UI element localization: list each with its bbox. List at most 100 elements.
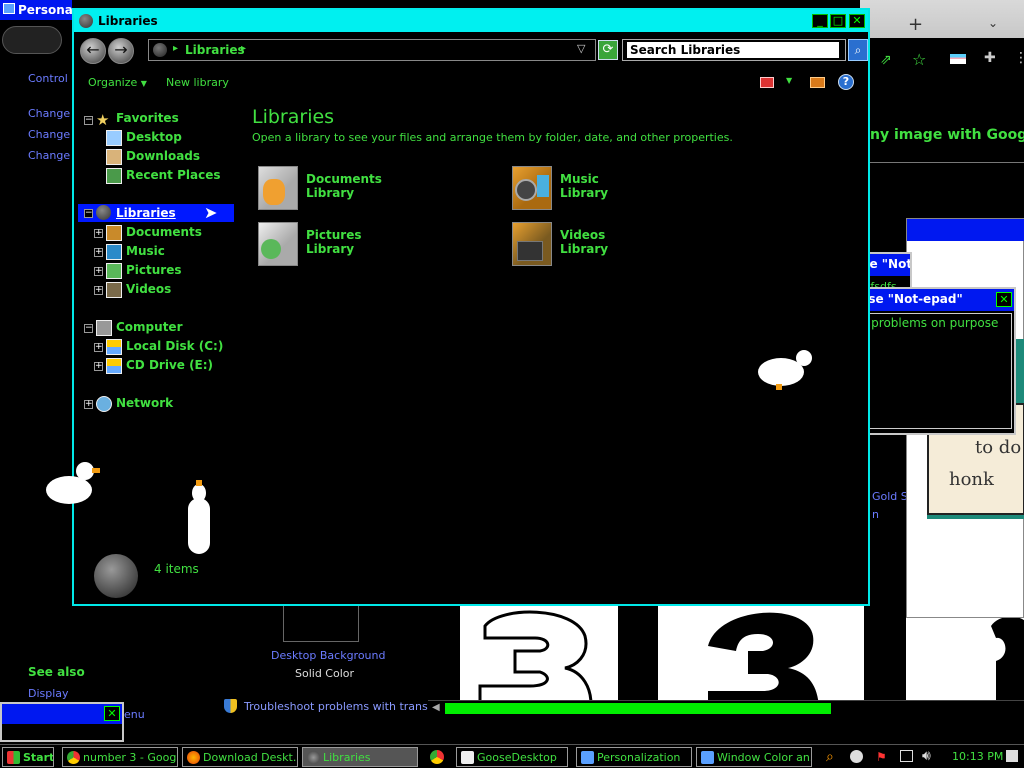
taskbar-item-firefox-download[interactable]: Download Deskt... (182, 747, 298, 767)
desktop-background-link[interactable]: Desktop Background (271, 649, 386, 662)
organize-button[interactable]: Organize ▼ (88, 76, 147, 89)
music-library-line1: Music (560, 172, 599, 186)
puzzle-icon[interactable]: ✚ (984, 50, 996, 66)
nav-computer[interactable]: Computer (116, 320, 182, 334)
address-dropdown-icon[interactable]: ▽ (577, 42, 585, 55)
gold-link[interactable]: Gold S (872, 490, 908, 503)
personalization-titlebar: Personal (0, 0, 72, 20)
nav-local-disk[interactable]: Local Disk (C:) (126, 339, 223, 353)
close-button[interactable]: ✕ (849, 14, 865, 28)
downloads-icon (106, 149, 122, 165)
breadcrumb-arrow-icon[interactable]: ▸ (173, 43, 178, 54)
taskbar-item-goosedesktop[interactable]: GooseDesktop (456, 747, 568, 767)
libraries-titlebar[interactable]: Libraries _ □ ✕ (74, 10, 868, 32)
small-blue-window[interactable]: ✕ (0, 702, 124, 742)
n-link[interactable]: n (872, 508, 879, 521)
personalization-title: Personal (18, 3, 72, 17)
content-heading: Libraries (252, 106, 335, 128)
extension-flag-icon[interactable] (950, 54, 966, 64)
chrome-menu-icon[interactable]: ⋮ (1014, 50, 1024, 66)
nav-downloads[interactable]: Downloads (126, 149, 200, 163)
start-button[interactable]: Start (2, 747, 54, 767)
expand-icon[interactable]: + (94, 286, 103, 295)
network-icon (96, 396, 112, 412)
new-library-button[interactable]: New library (166, 76, 229, 89)
breadcrumb-arrow-icon[interactable]: ▸ (241, 43, 246, 54)
chrome-icon[interactable] (430, 750, 444, 764)
collapse-icon[interactable]: − (84, 209, 93, 218)
network-tray-icon[interactable] (900, 750, 913, 762)
nav-libraries[interactable]: Libraries (116, 206, 176, 220)
refresh-icon[interactable]: ⟳ (598, 40, 618, 60)
action-center-icon[interactable] (1006, 750, 1018, 762)
nav-documents[interactable]: Documents (126, 225, 202, 239)
address-bar[interactable]: ▸ Libraries ▸ ▽ (148, 39, 596, 61)
menu-link-fragment[interactable]: enu (124, 708, 145, 721)
expand-icon[interactable]: + (94, 267, 103, 276)
nav-videos[interactable]: Videos (126, 282, 171, 296)
taskbar-item-libraries[interactable]: Libraries (302, 747, 418, 767)
share-icon[interactable]: ⇗ (880, 52, 892, 68)
search-image-thumb-3[interactable] (906, 606, 1024, 700)
recent-places-icon (106, 168, 122, 184)
expand-icon[interactable]: + (84, 400, 93, 409)
help-icon[interactable]: ? (838, 74, 854, 90)
search-result-heading[interactable]: ny image with Google (870, 127, 1024, 143)
scroll-left-arrow[interactable]: ◀ (432, 702, 440, 713)
nav-recent-places[interactable]: Recent Places (126, 168, 221, 182)
expand-icon[interactable]: + (94, 343, 103, 352)
search-input[interactable] (627, 42, 839, 58)
taskbar-item-window-color[interactable]: Window Color an... (696, 747, 812, 767)
maximize-button[interactable]: □ (830, 14, 846, 28)
expand-icon[interactable]: + (94, 248, 103, 257)
close-icon[interactable]: ✕ (996, 292, 1012, 307)
forward-button[interactable]: → (108, 38, 134, 64)
star-icon[interactable]: ☆ (912, 50, 926, 69)
nav-music[interactable]: Music (126, 244, 165, 258)
search-icon[interactable]: ⌕ (848, 39, 868, 61)
search-tray-icon[interactable]: ⌕ (826, 749, 834, 765)
minimize-button[interactable]: _ (812, 14, 828, 28)
bg-back-button[interactable] (2, 26, 62, 54)
control-panel-link[interactable]: Control P (28, 72, 78, 85)
back-button[interactable]: ← (80, 38, 106, 64)
library-music[interactable]: Music Library (510, 164, 710, 214)
libraries-icon (307, 751, 320, 764)
taskbar-item-label: number 3 - Googl... (83, 751, 177, 764)
new-tab-icon[interactable]: + (908, 14, 923, 35)
tab-dropdown-icon[interactable]: ⌄ (988, 16, 998, 30)
star-icon: ★ (96, 111, 110, 129)
search-image-thumb-2[interactable] (658, 606, 864, 700)
desktop-background-thumbnail[interactable] (283, 606, 359, 642)
preview-pane-icon[interactable] (810, 77, 825, 88)
taskbar-item-chrome-number3[interactable]: number 3 - Googl... (62, 747, 178, 767)
library-pictures[interactable]: Pictures Library (256, 220, 456, 270)
clock[interactable]: 10:13 PM (952, 750, 1003, 763)
collapse-icon[interactable]: − (84, 324, 93, 333)
goose-sprite[interactable] (756, 350, 816, 392)
view-options-icon[interactable] (760, 77, 774, 88)
close-icon[interactable]: ✕ (104, 706, 120, 721)
expand-icon[interactable]: + (94, 362, 103, 371)
goose-sprite[interactable] (184, 480, 216, 556)
volume-icon[interactable]: 🔊︎ (922, 748, 931, 764)
goose-sprite[interactable] (46, 462, 102, 510)
taskbar-item-personalization[interactable]: Personalization (576, 747, 692, 767)
view-dropdown-icon[interactable]: ▼ (786, 76, 792, 85)
minus-tray-icon[interactable] (850, 750, 863, 763)
nav-desktop[interactable]: Desktop (126, 130, 182, 144)
collapse-icon[interactable]: − (84, 116, 93, 125)
library-documents[interactable]: Documents Library (256, 164, 456, 214)
nav-favorites[interactable]: Favorites (116, 111, 179, 125)
search-image-thumb-1[interactable] (460, 606, 618, 700)
nav-network[interactable]: Network (116, 396, 173, 410)
expand-icon[interactable]: + (94, 229, 103, 238)
scrollbar-thumb[interactable] (445, 703, 831, 714)
display-link[interactable]: Display (28, 687, 69, 700)
breadcrumb-libraries[interactable]: Libraries (185, 43, 245, 57)
nav-cd-drive[interactable]: CD Drive (E:) (126, 358, 213, 372)
nav-pictures[interactable]: Pictures (126, 263, 182, 277)
library-videos[interactable]: Videos Library (510, 220, 710, 270)
flag-tray-icon[interactable]: ⚑ (876, 750, 887, 764)
search-box[interactable] (622, 39, 846, 61)
